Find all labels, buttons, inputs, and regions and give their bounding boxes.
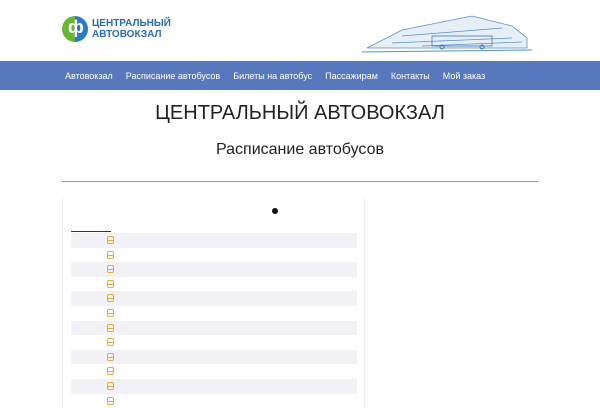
- bus-icon: [107, 338, 114, 347]
- table-row[interactable]: [71, 394, 357, 408]
- bus-icon: [107, 367, 114, 376]
- page-title: ЦЕНТРАЛЬНЫЙ АВТОВОКЗАЛ: [155, 102, 445, 124]
- logo[interactable]: ЦЕНТРАЛЬНЫЙ АВТОВОКЗАЛ: [62, 16, 171, 42]
- logo-line1: ЦЕНТРАЛЬНЫЙ: [92, 18, 171, 29]
- bus-icon: [107, 381, 114, 390]
- logo-line2: АВТОВОКЗАЛ: [92, 29, 162, 40]
- info-icon[interactable]: [272, 208, 278, 214]
- bus-icon: [107, 323, 114, 332]
- table-row[interactable]: [71, 364, 357, 379]
- schedule-panel: [62, 197, 365, 407]
- table-row[interactable]: [71, 291, 357, 306]
- nav-my-order[interactable]: Мой заказ: [443, 71, 485, 81]
- nav-contacts[interactable]: Контакты: [391, 71, 430, 81]
- divider: [62, 181, 538, 182]
- table-row[interactable]: [71, 262, 357, 277]
- logo-icon: [62, 16, 88, 42]
- table-row[interactable]: [71, 349, 357, 365]
- nav-tickets[interactable]: Билеты на автобус: [233, 71, 312, 81]
- table-row[interactable]: [71, 233, 357, 248]
- table-row[interactable]: [71, 277, 357, 292]
- table-row[interactable]: [71, 306, 357, 321]
- table-row[interactable]: [71, 335, 357, 350]
- table-row[interactable]: [71, 248, 357, 263]
- schedule-table: [71, 233, 357, 408]
- bus-station-illustration: [362, 15, 532, 53]
- bus-icon: [107, 352, 114, 361]
- bus-icon: [107, 279, 114, 288]
- bus-icon: [107, 236, 114, 244]
- bus-icon: [107, 294, 114, 303]
- bus-icon: [107, 250, 114, 259]
- header: ЦЕНТРАЛЬНЫЙ АВТОВОКЗАЛ: [0, 0, 600, 61]
- bus-icon: [107, 308, 114, 317]
- main-nav: Автовокзал Расписание автобусов Билеты н…: [0, 61, 600, 90]
- nav-avtovokzal[interactable]: Автовокзал: [65, 71, 113, 81]
- table-row[interactable]: [71, 378, 357, 394]
- bus-icon: [107, 396, 114, 405]
- bus-icon: [107, 265, 114, 274]
- nav-passengers[interactable]: Пассажирам: [325, 71, 378, 81]
- table-row[interactable]: [71, 320, 357, 336]
- nav-schedule[interactable]: Расписание автобусов: [126, 71, 220, 81]
- page-subtitle: Расписание автобусов: [216, 141, 384, 158]
- active-tab-underline: [71, 231, 111, 232]
